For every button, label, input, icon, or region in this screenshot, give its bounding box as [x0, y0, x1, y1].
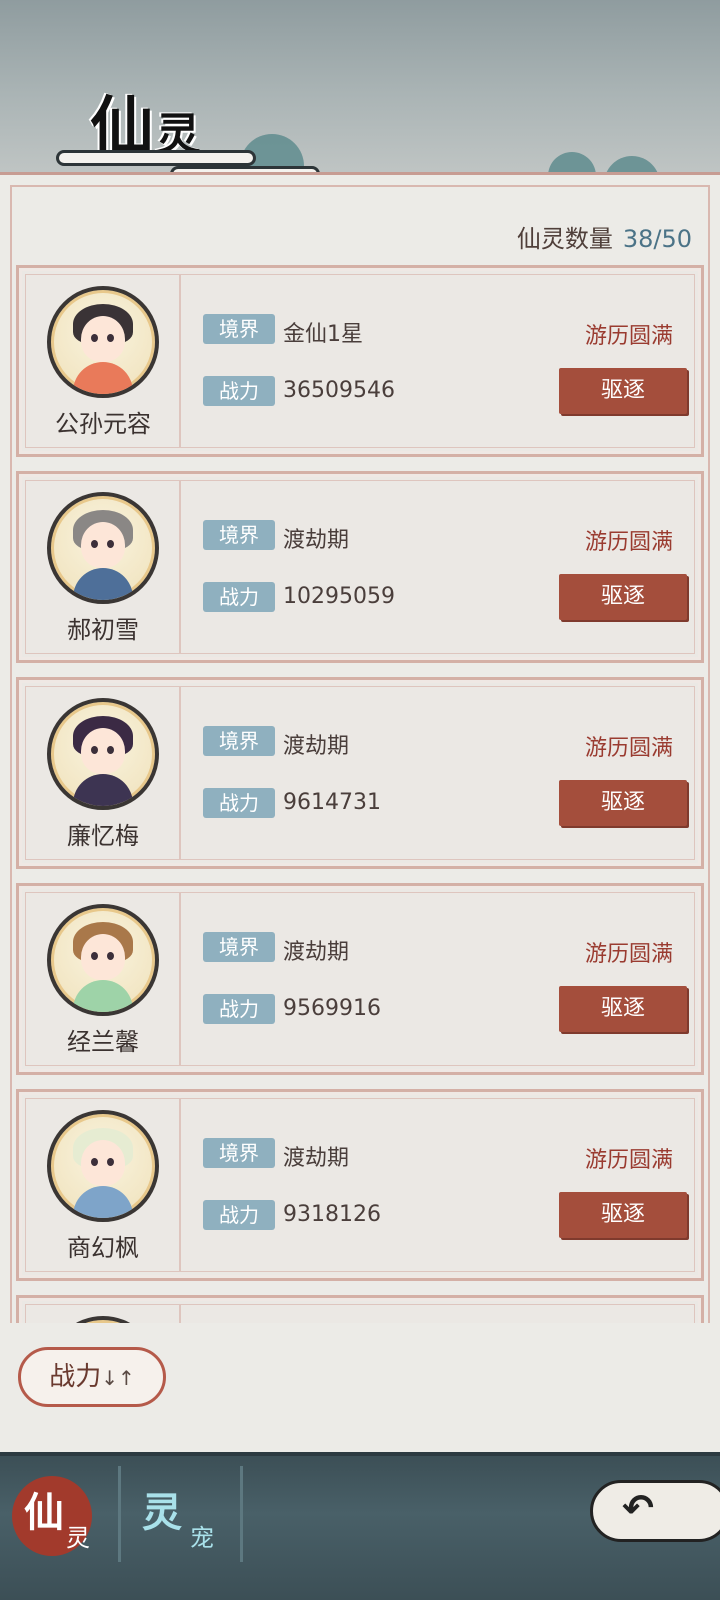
avatar-body	[73, 362, 133, 394]
realm-value: 渡劫期	[283, 528, 350, 553]
power-tag: 战力	[203, 376, 275, 406]
realm-tag: 境界	[203, 520, 275, 550]
expel-button[interactable]: 驱逐	[559, 368, 687, 414]
back-button[interactable]: ↶	[570, 1474, 720, 1544]
avatar[interactable]	[47, 492, 159, 604]
sort-arrows-icon: ↓↑	[101, 1366, 135, 1390]
spirit-card[interactable]: 廉忆梅 境界 渡劫期 战力 9614731 游历圆满 驱逐	[16, 677, 704, 869]
spirit-name: 郝初雪	[67, 616, 139, 644]
avatar-face	[81, 522, 125, 568]
power-value: 36509546	[283, 378, 395, 403]
avatar-body	[73, 980, 133, 1012]
expel-button[interactable]: 驱逐	[559, 1192, 687, 1238]
tab-divider	[240, 1466, 243, 1562]
tab-xianling-big: 仙	[24, 1490, 64, 1536]
power-value: 9614731	[283, 790, 381, 815]
realm-tag: 境界	[203, 314, 275, 344]
expel-button[interactable]: 驱逐	[559, 986, 687, 1032]
avatar-eye	[91, 952, 98, 960]
bottom-tab-bar: 仙 灵 灵 宠 ↶	[0, 1452, 720, 1600]
avatar-body	[73, 774, 133, 806]
sort-by-power-button[interactable]: 战力↓↑	[18, 1347, 166, 1407]
avatar-eye	[107, 952, 114, 960]
power-tag: 战力	[203, 788, 275, 818]
tab-divider	[118, 1466, 121, 1562]
avatar-eye	[107, 1158, 114, 1166]
avatar-face	[81, 1140, 125, 1186]
travel-status: 游历圆满	[584, 1148, 673, 1173]
back-cloud	[590, 1480, 720, 1542]
tab-xianling-small: 灵	[66, 1524, 90, 1552]
avatar-eye	[107, 746, 114, 754]
spirit-count-label: 仙灵数量	[516, 225, 613, 253]
realm-value: 金仙1星	[283, 322, 363, 347]
realm-value: 渡劫期	[283, 1146, 350, 1171]
spirit-card[interactable]: 公孙元容 境界 金仙1星 战力 36509546 游历圆满 驱逐	[16, 265, 704, 457]
spirit-list[interactable]: 公孙元容 境界 金仙1星 战力 36509546 游历圆满 驱逐 郝初雪 境界 …	[16, 265, 704, 1325]
avatar[interactable]	[47, 698, 159, 810]
realm-tag: 境界	[203, 932, 275, 962]
spirit-card[interactable]: 郝初雪 境界 渡劫期 战力 10295059 游历圆满 驱逐	[16, 471, 704, 663]
avatar-face	[81, 934, 125, 980]
avatar-body	[73, 1186, 133, 1218]
portrait-column: 公孙元容	[25, 274, 181, 448]
portrait-column: 廉忆梅	[25, 686, 181, 860]
spirit-count-value: 38/50	[622, 225, 692, 253]
avatar-eye	[91, 1158, 98, 1166]
spirit-card[interactable]: 经兰馨 境界 渡劫期 战力 9569916 游历圆满 驱逐	[16, 883, 704, 1075]
realm-tag: 境界	[203, 726, 275, 756]
back-arrow-icon: ↶	[622, 1486, 654, 1530]
sort-label: 战力	[49, 1362, 102, 1392]
portrait-column: 郝初雪	[25, 480, 181, 654]
cloud-decoration	[56, 150, 256, 166]
expel-button[interactable]: 驱逐	[559, 574, 687, 620]
tab-lingchong-small: 宠	[190, 1524, 214, 1552]
portrait-column	[25, 1304, 181, 1325]
spirit-name: 廉忆梅	[67, 822, 139, 850]
avatar[interactable]	[47, 1110, 159, 1222]
avatar-eye	[107, 334, 114, 342]
tab-lingchong[interactable]: 灵 宠	[130, 1466, 230, 1562]
tab-xianling[interactable]: 仙 灵	[10, 1466, 106, 1562]
avatar[interactable]	[47, 286, 159, 398]
travel-status: 游历圆满	[584, 736, 673, 761]
power-value: 9569916	[283, 996, 381, 1021]
power-value: 9318126	[283, 1202, 381, 1227]
avatar-face	[81, 316, 125, 362]
travel-status: 游历圆满	[584, 530, 673, 555]
tab-lingchong-big: 灵	[142, 1490, 182, 1536]
travel-status: 游历圆满	[584, 942, 673, 967]
realm-tag: 境界	[203, 1138, 275, 1168]
avatar[interactable]	[47, 904, 159, 1016]
power-tag: 战力	[203, 582, 275, 612]
spirit-name: 公孙元容	[55, 410, 151, 438]
spirit-count: 仙灵数量 38/50	[517, 219, 692, 254]
spirit-name: 经兰馨	[67, 1028, 139, 1056]
realm-value: 渡劫期	[283, 940, 350, 965]
avatar-eye	[91, 334, 98, 342]
avatar-face	[81, 728, 125, 774]
spirit-card[interactable]: 商幻枫 境界 渡劫期 战力 9318126 游历圆满 驱逐	[16, 1089, 704, 1281]
spirit-name: 商幻枫	[67, 1234, 139, 1262]
spirit-card-partial[interactable]	[16, 1295, 704, 1325]
travel-status: 游历圆满	[584, 324, 673, 349]
portrait-column: 商幻枫	[25, 1098, 181, 1272]
spirit-panel: 仙灵数量 38/50 公孙元容 境界 金仙1星 战力 36509546 游历圆满 …	[0, 172, 720, 1453]
portrait-column: 经兰馨	[25, 892, 181, 1066]
avatar-eye	[107, 540, 114, 548]
power-tag: 战力	[203, 1200, 275, 1230]
avatar-eye	[91, 540, 98, 548]
power-value: 10295059	[283, 584, 395, 609]
expel-button[interactable]: 驱逐	[559, 780, 687, 826]
realm-value: 渡劫期	[283, 734, 350, 759]
avatar-body	[73, 568, 133, 600]
power-tag: 战力	[203, 994, 275, 1024]
avatar-eye	[91, 746, 98, 754]
